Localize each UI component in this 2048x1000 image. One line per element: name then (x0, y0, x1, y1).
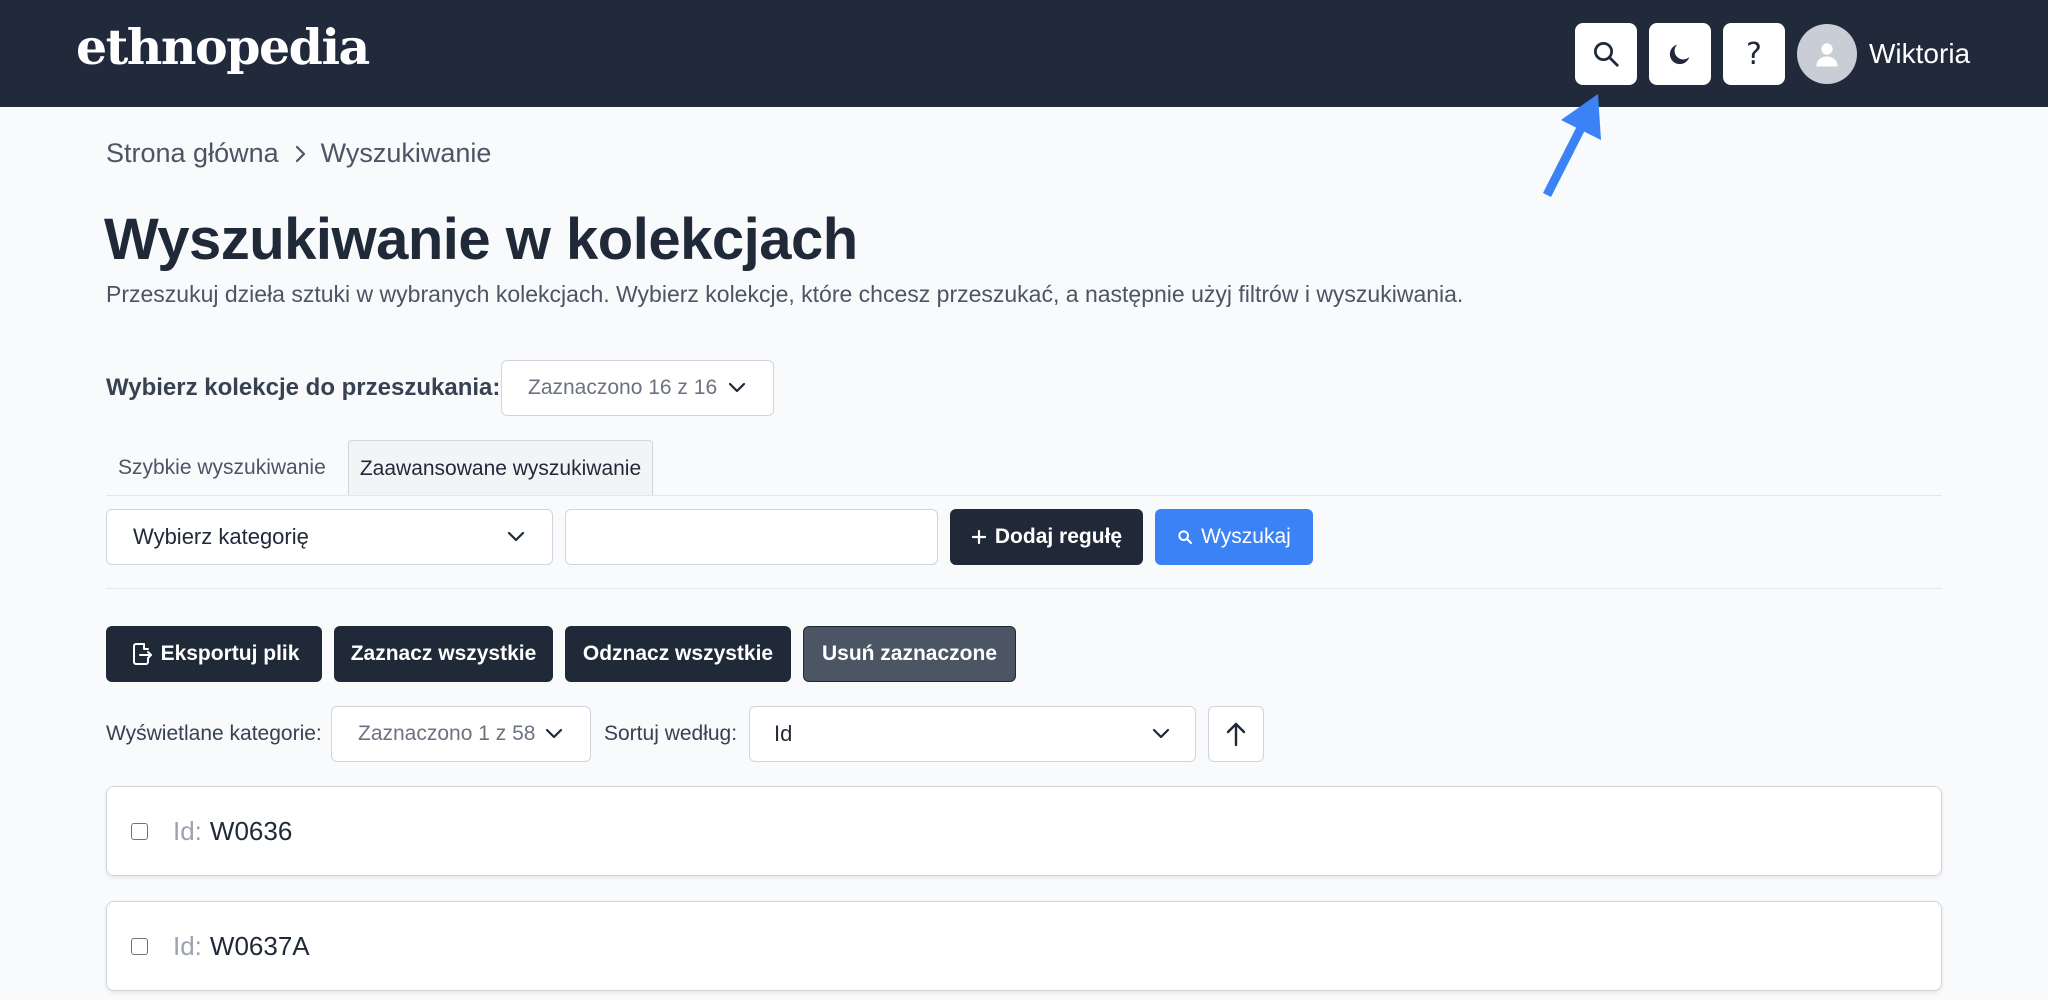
category-select[interactable]: Wybierz kategorię (106, 509, 553, 565)
result-checkbox[interactable] (131, 937, 148, 955)
chevron-down-icon (728, 382, 746, 393)
result-id-label: Id: (173, 930, 202, 961)
sort-by-label: Sortuj według: (604, 722, 738, 745)
plus-icon (971, 529, 987, 545)
select-all-button[interactable]: Zaznacz wszystkie (334, 626, 553, 682)
user-icon (1816, 43, 1838, 67)
search-button[interactable] (1575, 23, 1637, 85)
result-id-value: W0636 (209, 815, 293, 846)
annotation-arrow-icon (1542, 94, 1601, 198)
collections-select-value: Zaznaczono 16 z 16 (528, 376, 718, 399)
category-select-value: Wybierz kategorię (133, 524, 309, 549)
export-file-button[interactable]: Eksportuj plik (106, 626, 322, 682)
rule-value-input[interactable] (565, 509, 938, 565)
displayed-categories-label: Wyświetlane kategorie: (106, 722, 322, 745)
deselect-all-button[interactable]: Odznacz wszystkie (565, 626, 791, 682)
sort-by-select[interactable]: Id (749, 706, 1196, 762)
result-card[interactable]: Id: W0636 (106, 786, 1942, 876)
dark-mode-button[interactable] (1649, 23, 1711, 85)
avatar[interactable] (1797, 24, 1857, 84)
page-description: Przeszukuj dzieła sztuki w wybranych kol… (106, 281, 1464, 307)
breadcrumb: Strona główna Wyszukiwanie (106, 138, 491, 169)
delete-selected-button[interactable]: Usuń zaznaczone (803, 626, 1016, 682)
chevron-down-icon (1152, 728, 1170, 739)
tabs-divider (106, 495, 1942, 496)
search-icon (1177, 529, 1193, 545)
arrow-up-icon (1226, 722, 1246, 747)
chevron-right-icon (291, 144, 309, 164)
section-divider (106, 588, 1942, 589)
search-submit-button[interactable]: Wyszukaj (1155, 509, 1313, 565)
tab-quick-search[interactable]: Szybkie wyszukiwanie (118, 456, 326, 480)
help-button[interactable]: ? (1723, 23, 1785, 85)
breadcrumb-current: Wyszukiwanie (320, 138, 492, 168)
moon-icon (1669, 44, 1690, 65)
help-icon: ? (1746, 36, 1762, 72)
sort-by-value: Id (774, 721, 793, 746)
displayed-categories-value: Zaznaczono 1 z 58 (358, 722, 536, 745)
chevron-down-icon (507, 531, 525, 542)
page-title: Wyszukiwanie w kolekcjach (104, 207, 858, 272)
breadcrumb-home[interactable]: Strona główna (106, 138, 279, 169)
sort-direction-button[interactable] (1208, 706, 1264, 762)
user-name[interactable]: Wiktoria (1869, 38, 1970, 70)
search-submit-label: Wyszukaj (1201, 525, 1291, 548)
add-rule-button[interactable]: Dodaj regułę (950, 509, 1143, 565)
tab-advanced-search[interactable]: Zaawansowane wyszukiwanie (348, 440, 653, 496)
export-file-label: Eksportuj plik (160, 642, 300, 665)
logo[interactable]: ethnopedia (76, 18, 370, 76)
displayed-categories-select[interactable]: Zaznaczono 1 z 58 (331, 706, 591, 762)
search-icon (1594, 42, 1619, 67)
chevron-down-icon (545, 728, 563, 739)
collections-label: Wybierz kolekcje do przeszukania: (106, 374, 501, 401)
result-id-value: W0637A (209, 930, 310, 961)
collections-select[interactable]: Zaznaczono 16 z 16 (501, 360, 774, 416)
top-navbar: ethnopedia ? Wiktoria (0, 0, 2048, 107)
result-checkbox[interactable] (131, 822, 148, 840)
result-id-label: Id: (173, 815, 202, 846)
add-rule-label: Dodaj regułę (994, 525, 1123, 548)
result-card[interactable]: Id: W0637A (106, 901, 1942, 991)
file-export-icon (129, 641, 153, 667)
